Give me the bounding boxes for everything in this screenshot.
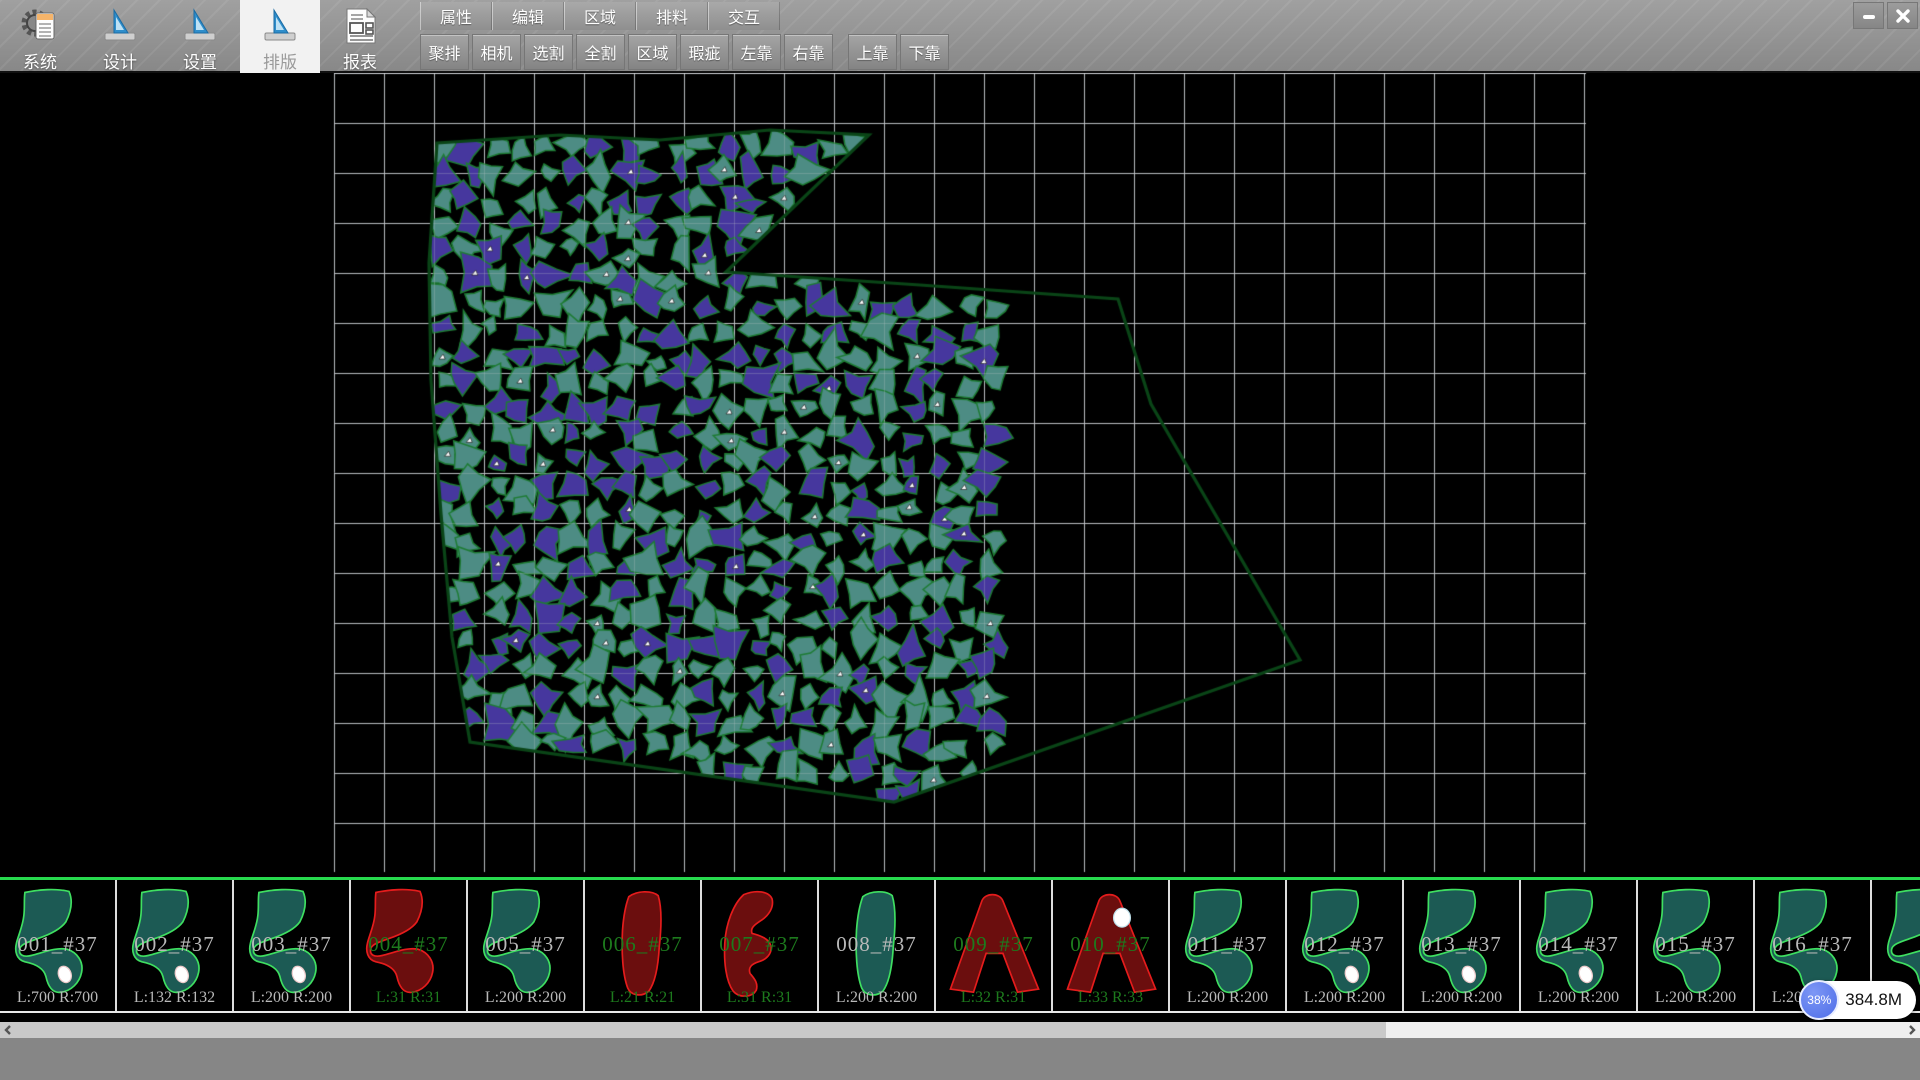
chevron-left-icon (3, 1025, 13, 1035)
progress-circle: 38% (1799, 980, 1839, 1020)
tool-camera[interactable]: 相机 (472, 34, 521, 70)
piece-label: 003_#37 (234, 932, 349, 957)
menu-properties[interactable]: 属性 (420, 2, 492, 30)
set-square-icon (179, 5, 221, 47)
piece-label: 013_#37 (1404, 932, 1519, 957)
piece-label: 015_#37 (1638, 932, 1753, 957)
thumbnail-cell[interactable]: 008_#37 L:200 R:200 (819, 880, 936, 1013)
close-icon (1895, 8, 1911, 24)
tab-layout-label: 排版 (263, 48, 297, 73)
piece-measure: L:200 R:200 (468, 989, 583, 1007)
thumbnail-cell[interactable]: 007_#37 L:31 R:31 (702, 880, 819, 1013)
menu-interact[interactable]: 交互 (708, 2, 780, 30)
thumbnail-cell[interactable]: 012_#37 L:200 R:200 (1287, 880, 1404, 1013)
tool-defect[interactable]: 瑕疵 (680, 34, 729, 70)
piece-label: 005_#37 (468, 932, 583, 957)
minimize-button[interactable] (1853, 2, 1884, 29)
piece-label: 006_#37 (585, 932, 700, 957)
gear-document-icon (19, 5, 61, 47)
piece-measure: L:200 R:200 (1170, 989, 1285, 1007)
piece-thumbnail-strip: 001_#37L:700 R:700002_#37L:132 R:132003_… (0, 880, 1920, 1013)
piece-label: 002_#37 (117, 932, 232, 957)
tool-snap-bottom[interactable]: 下靠 (900, 34, 949, 70)
memory-badge: 38% 384.8M (1799, 981, 1916, 1019)
tool-cut-all[interactable]: 全割 (576, 34, 625, 70)
piece-measure: L:31 R:31 (702, 989, 817, 1007)
thumbnail-cell[interactable]: 010_#37 L:33 R:33 (1053, 880, 1170, 1013)
piece-measure: L:200 R:200 (1287, 989, 1402, 1007)
piece-measure: L:200 R:200 (1638, 989, 1753, 1007)
tool-region[interactable]: 区域 (628, 34, 677, 70)
thumbnail-cell[interactable]: 006_#37 L:21 R:21 (585, 880, 702, 1013)
window-controls (1853, 2, 1918, 29)
chevron-right-icon (1907, 1025, 1917, 1035)
tool-cluster-nest[interactable]: 聚排 (420, 34, 469, 70)
set-square-icon (259, 5, 301, 47)
menu-region[interactable]: 区域 (564, 2, 636, 30)
piece-measure: L:200 R:200 (234, 989, 349, 1007)
thumbnail-cell[interactable]: 002_#37 L:132 R:132 (117, 880, 234, 1013)
piece-measure: L:31 R:31 (351, 989, 466, 1007)
piece-label: 004_#37 (351, 932, 466, 957)
tool-snap-right[interactable]: 右靠 (784, 34, 833, 70)
thumbnail-cell[interactable]: 015_#37 L:200 R:200 (1638, 880, 1755, 1013)
toolbar: 系统设计设置排版报表 属性编辑区域排料交互 聚排相机选割全割区域瑕疵左靠右靠上靠… (0, 0, 1920, 73)
tab-report-label: 报表 (343, 48, 377, 73)
piece-label: 014_#37 (1521, 932, 1636, 957)
piece-measure: L:33 R:33 (1053, 989, 1168, 1007)
piece-measure: L:200 R:200 (1521, 989, 1636, 1007)
menu-nesting[interactable]: 排料 (636, 2, 708, 30)
thumbnail-cell[interactable]: 013_#37 L:200 R:200 (1404, 880, 1521, 1013)
tab-design-label: 设计 (103, 48, 137, 73)
main-tab-bar: 系统 设计 设置 排版 报表 (0, 0, 400, 73)
menu-tab-row: 属性编辑区域排料交互 (420, 2, 780, 30)
thumbnail-cell[interactable]: 011_#37 L:200 R:200 (1170, 880, 1287, 1013)
tool-select-cut[interactable]: 选割 (524, 34, 573, 70)
piece-label: 012_#37 (1287, 932, 1402, 957)
piece-label: 011_#37 (1170, 932, 1285, 957)
close-button[interactable] (1887, 2, 1918, 29)
scroll-left-button[interactable] (0, 1022, 16, 1038)
tool-button-row: 聚排相机选割全割区域瑕疵左靠右靠上靠下靠 (420, 34, 952, 70)
memory-value: 384.8M (1845, 990, 1902, 1010)
piece-label: 016_#37 (1755, 932, 1870, 957)
tab-settings[interactable]: 设置 (160, 0, 240, 73)
scroll-right-button[interactable] (1904, 1022, 1920, 1038)
tab-system[interactable]: 系统 (0, 0, 80, 73)
piece-label: 007_#37 (702, 932, 817, 957)
nesting-canvas[interactable] (0, 73, 1920, 877)
piece-measure: L:200 R:200 (819, 989, 934, 1007)
menu-edit[interactable]: 编辑 (492, 2, 564, 30)
bottom-status-bar (0, 1038, 1920, 1080)
thumbnail-cell[interactable]: 003_#37 L:200 R:200 (234, 880, 351, 1013)
thumbnail-cell[interactable]: 005_#37 L:200 R:200 (468, 880, 585, 1013)
tab-settings-label: 设置 (183, 48, 217, 73)
minimize-icon (1861, 8, 1877, 24)
piece-measure: L:32 R:31 (936, 989, 1051, 1007)
horizontal-scrollbar[interactable] (0, 1022, 1920, 1038)
tab-layout[interactable]: 排版 (240, 0, 320, 73)
tab-report[interactable]: 报表 (320, 0, 400, 73)
piece-label: 009_#37 (936, 932, 1051, 957)
piece-measure: L:200 R:200 (1404, 989, 1519, 1007)
piece-measure: L:21 R:21 (585, 989, 700, 1007)
piece-measure: L:700 R:700 (0, 989, 115, 1007)
piece-measure: L:132 R:132 (117, 989, 232, 1007)
thumbnail-cell[interactable]: 001_#37 L:700 R:700 (0, 880, 117, 1013)
tool-snap-top[interactable]: 上靠 (848, 34, 897, 70)
piece-label: 010_#37 (1053, 932, 1168, 957)
set-square-icon (99, 5, 141, 47)
tab-system-label: 系统 (23, 48, 57, 73)
piece-label: 008_#37 (819, 932, 934, 957)
tab-design[interactable]: 设计 (80, 0, 160, 73)
piece-label: 0 (1872, 932, 1920, 957)
tool-snap-left[interactable]: 左靠 (732, 34, 781, 70)
thumbnail-cell[interactable]: 004_#37 L:31 R:31 (351, 880, 468, 1013)
piece-label: 001_#37 (0, 932, 115, 957)
report-icon (339, 5, 381, 47)
thumbnail-cell[interactable]: 014_#37 L:200 R:200 (1521, 880, 1638, 1013)
scrollbar-thumb[interactable] (16, 1022, 1386, 1038)
thumbnail-cell[interactable]: 009_#37 L:32 R:31 (936, 880, 1053, 1013)
